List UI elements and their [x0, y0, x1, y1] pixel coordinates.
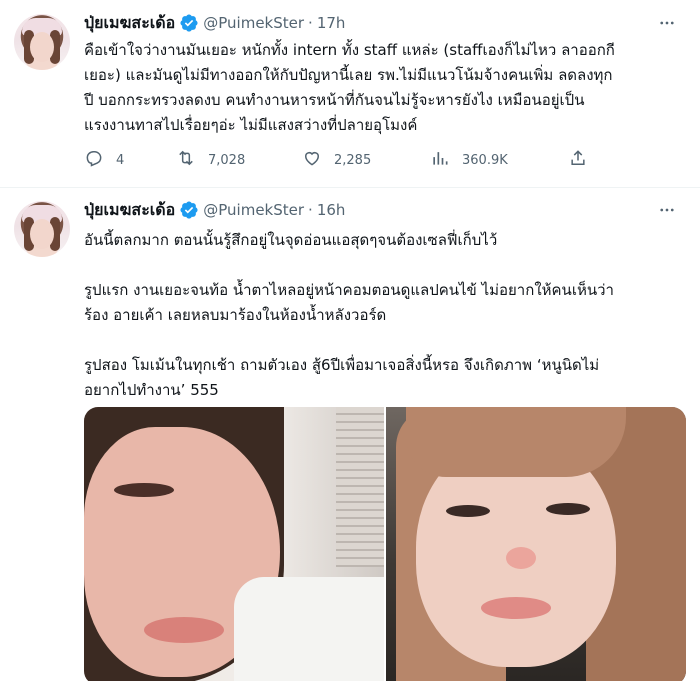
like-button[interactable]: 2,285 — [302, 148, 371, 172]
retweet-button[interactable]: 7,028 — [176, 148, 245, 172]
tweet-text: อันนี้ตลกมาก ตอนนั้นรู้สึกอยู่ในจุดอ่อนแ… — [84, 228, 684, 403]
tweet-text-line: รูปสอง โมเม้นในทุกเช้า ถามตัวเอง สู้6ปีเ… — [84, 356, 600, 374]
views-button[interactable]: 360.9K — [430, 148, 508, 172]
tweet-text-line: อยากไปทำงาน’ 555 — [84, 381, 219, 399]
author-handle[interactable]: @PuimekSter — [203, 201, 304, 219]
reply-count: 4 — [116, 152, 125, 168]
tweet-time[interactable]: 17h — [317, 14, 346, 32]
share-button[interactable] — [568, 148, 588, 172]
reply-icon — [84, 148, 104, 172]
tweet-text-line: อันนี้ตลกมาก ตอนนั้นรู้สึกอยู่ในจุดอ่อนแ… — [84, 231, 498, 249]
separator-dot: · — [308, 201, 313, 219]
reply-button[interactable]: 4 — [84, 148, 124, 172]
tweet-text-line: ปี บอกกระทรวงลดงบ คนทำงานหารหน้าที่กันจน… — [84, 91, 585, 109]
author-name[interactable]: ปุ่ยเมฆสะเด้อ — [84, 11, 175, 36]
like-icon — [302, 148, 322, 172]
author-name[interactable]: ปุ่ยเมฆสะเด้อ — [84, 198, 175, 223]
tweet-text-line: คือเข้าใจว่างานมันเยอะ หนักทั้ง intern ท… — [84, 41, 615, 59]
tweet-time[interactable]: 16h — [317, 201, 346, 219]
views-icon — [430, 148, 450, 172]
tweet-media — [84, 407, 686, 681]
tweet-text-line: เยอะ) และมันดูไม่มีทางออกให้กับปัญหานี้เ… — [84, 66, 613, 84]
tweet-photo-2[interactable] — [386, 407, 686, 681]
tweet-text-line: ร้อง อายเค้า เลยหลบมาร้องในห้องน้ำหลังวอ… — [84, 306, 387, 324]
more-icon[interactable] — [656, 12, 678, 34]
tweet-text-line: รูปแรก งานเยอะจนท้อ น้ำตาไหลอยู่หน้าคอมต… — [84, 281, 614, 299]
tweet-text-line: แรงงานทาสไปเรื่อยๆอ่ะ ไม่มีแสงสว่างที่ปล… — [84, 116, 418, 134]
tweet-photo-1[interactable] — [84, 407, 384, 681]
avatar[interactable] — [14, 201, 70, 257]
more-icon[interactable] — [656, 199, 678, 221]
retweet-count: 7,028 — [208, 152, 246, 168]
tweet-text: คือเข้าใจว่างานมันเยอะ หนักทั้ง intern ท… — [84, 38, 684, 138]
verified-badge-icon — [179, 200, 199, 220]
tweet-1[interactable]: ปุ่ยเมฆสะเด้อ @PuimekSter · 17h คือเข้าใ… — [0, 0, 700, 188]
avatar[interactable] — [14, 14, 70, 70]
like-count: 2,285 — [334, 152, 372, 168]
tweet-actions: 4 7,028 2,285 360.9K — [84, 148, 604, 172]
tweet-2[interactable]: ปุ่ยเมฆสะเด้อ @PuimekSter · 16h อันนี้ตล… — [0, 189, 700, 681]
retweet-icon — [176, 148, 196, 172]
share-icon — [568, 148, 588, 172]
tweet-header: ปุ่ยเมฆสะเด้อ @PuimekSter · 17h — [84, 12, 345, 34]
views-count: 360.9K — [462, 152, 508, 168]
separator-dot: · — [308, 14, 313, 32]
author-handle[interactable]: @PuimekSter — [203, 14, 304, 32]
verified-badge-icon — [179, 13, 199, 33]
tweet-header: ปุ่ยเมฆสะเด้อ @PuimekSter · 16h — [84, 199, 345, 221]
